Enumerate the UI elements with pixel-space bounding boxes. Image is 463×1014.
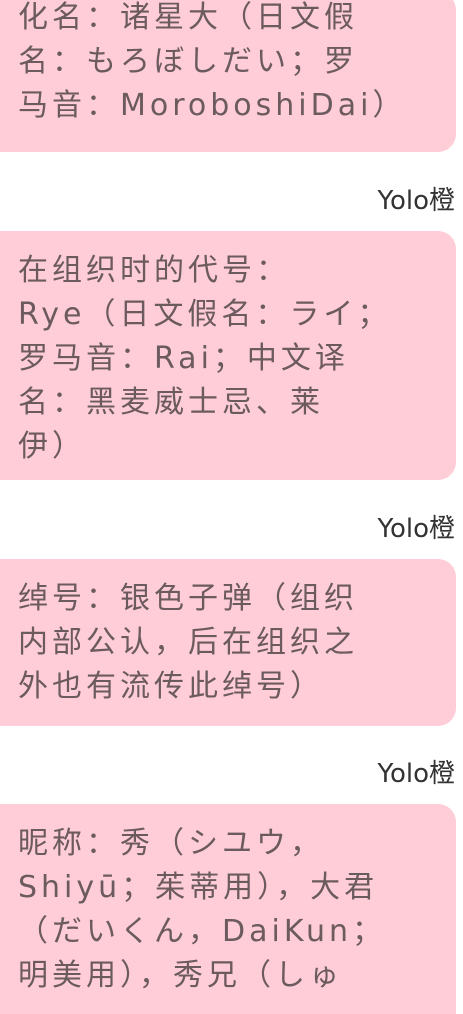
message-bubble[interactable]: 化名：诸星大（日文假 名：もろぼしだい；罗 马音：MoroboshiDai） [0, 0, 456, 152]
message-bubble[interactable]: 绰号：银色子弹（组织 内部公认，后在组织之 外也有流传此绰号） [0, 559, 456, 726]
message-bubble[interactable]: 在组织时的代号： Rye（日文假名：ライ； 罗马音：Rai；中文译 名：黑麦威士… [0, 231, 456, 480]
chat-thread: 化名：诸星大（日文假 名：もろぼしだい；罗 马音：MoroboshiDai） Y… [0, 0, 463, 1014]
message-bubble[interactable]: 昵称：秀（シユウ， Shiyū；茱蒂用），大君 （だいくん，DaiKun； 明美… [0, 804, 456, 1014]
sender-name: Yolo橙 [377, 514, 455, 544]
sender-name: Yolo橙 [377, 759, 455, 789]
sender-name: Yolo橙 [377, 186, 455, 216]
